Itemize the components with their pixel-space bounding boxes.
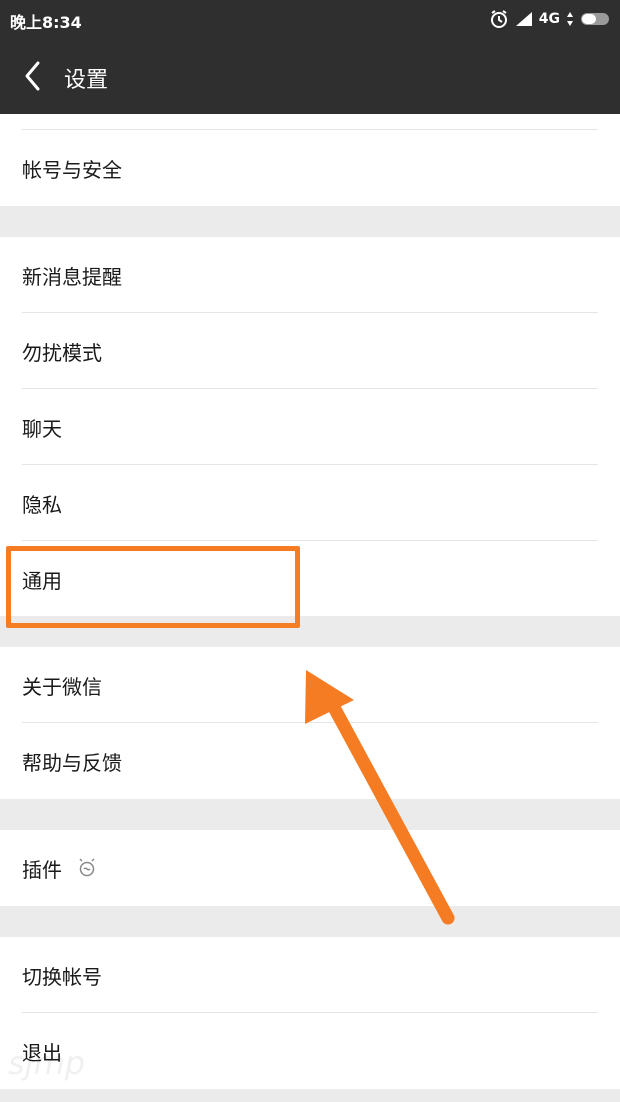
annotation-arrow [305, 670, 455, 925]
watermark: sjmp [8, 1044, 86, 1082]
